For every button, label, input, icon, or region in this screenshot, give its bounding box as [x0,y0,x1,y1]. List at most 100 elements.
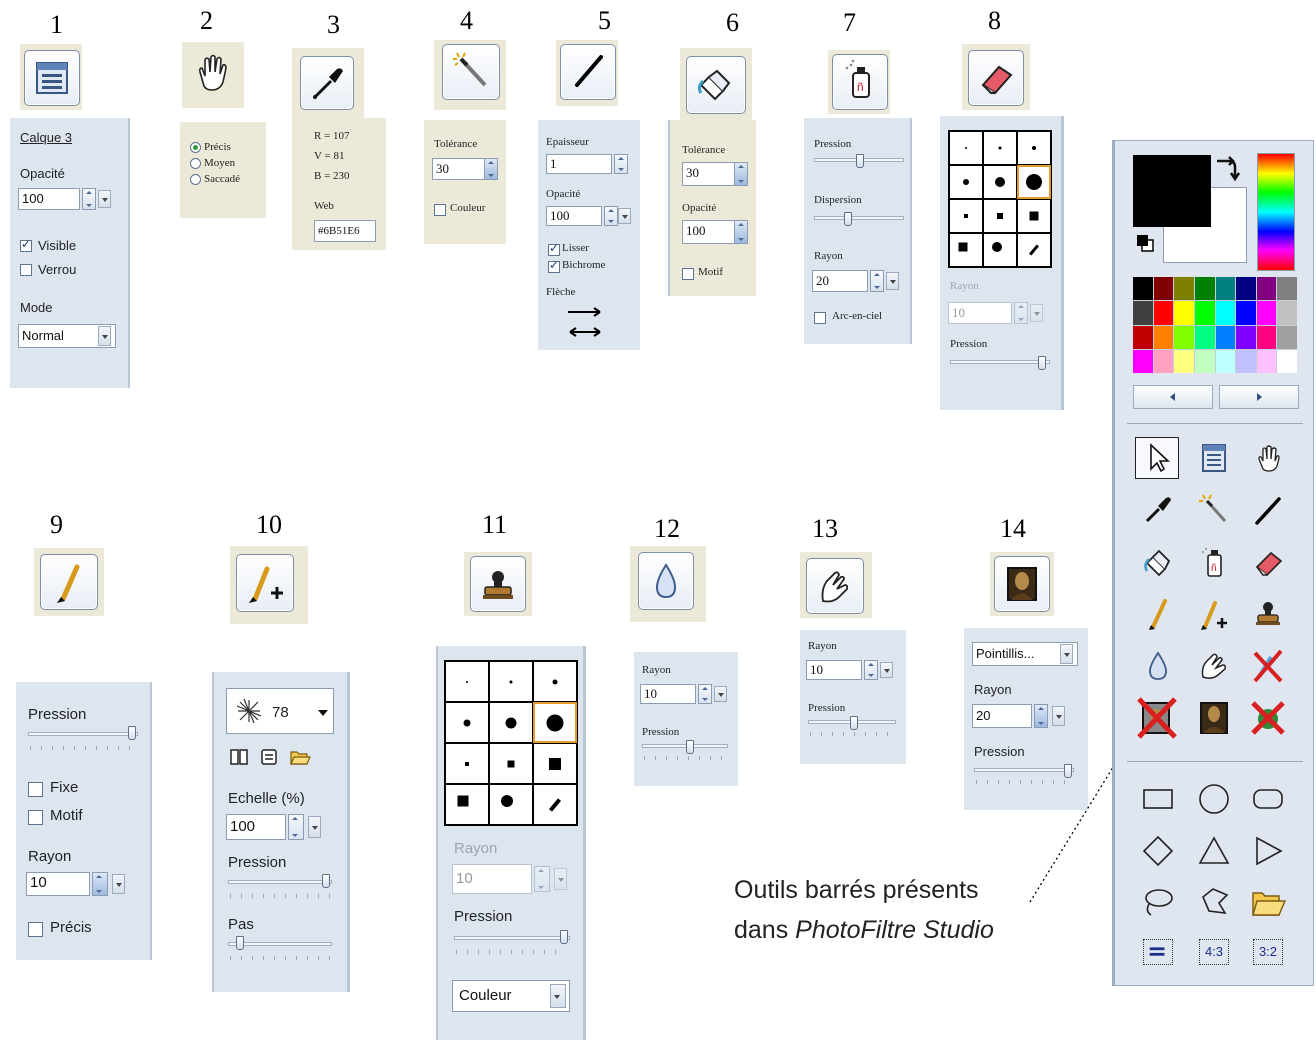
tolerance-input-6[interactable]: 30 [682,162,736,186]
palette-swatch[interactable] [1236,277,1256,301]
scale-spinner[interactable] [288,814,304,840]
medium-radio[interactable] [190,158,201,169]
brush-tip[interactable] [983,131,1017,165]
tolerance-spinner-6[interactable] [734,162,748,186]
ellipse-icon[interactable] [1195,779,1233,817]
thickness-spinner[interactable] [614,154,628,174]
right-triangle-icon[interactable] [1249,831,1287,869]
open-file-icon[interactable] [1249,883,1287,921]
clone-brush-grid[interactable] [444,660,578,826]
pressure-thumb-9[interactable] [128,726,136,740]
radius-spinner-11[interactable] [534,866,550,892]
custom-round-brush[interactable] [489,784,533,825]
palette-swatch[interactable] [1133,349,1153,373]
brush-tip[interactable] [1017,131,1051,165]
radius-spinner-9[interactable] [92,872,108,896]
radius-spinner-13[interactable] [864,660,878,680]
layer-manager-icon[interactable] [1195,439,1233,477]
eraser-tool-icon[interactable] [1249,543,1287,581]
palette-swatch[interactable] [1153,325,1174,349]
palette-swatch[interactable] [1174,301,1194,325]
palette-next-button[interactable] [1219,385,1299,409]
palette-swatch[interactable] [1174,325,1194,349]
advanced-brush-button[interactable] [236,554,294,612]
brush-button[interactable] [40,554,98,610]
brush-library-icon[interactable] [228,746,250,768]
blur-tool-icon[interactable] [1139,647,1177,685]
tolerance-spinner[interactable] [484,158,498,180]
radius-dropdown-arrow-12[interactable] [714,686,727,702]
radius-input-7[interactable]: 20 [812,270,868,292]
palette-swatch[interactable] [1236,301,1256,325]
palette-swatch[interactable] [1174,349,1194,373]
line-button[interactable] [560,44,616,100]
custom-slash-brush[interactable] [1017,233,1051,267]
palette-swatch[interactable] [1277,301,1297,325]
brush-tip[interactable] [445,661,489,702]
palette-swatch[interactable] [1215,349,1236,373]
palette-swatch[interactable] [1256,349,1277,373]
smudge-tool-icon[interactable] [1195,647,1233,685]
brush-tip-selected[interactable] [1017,165,1051,199]
brush-tip[interactable] [445,743,489,784]
paint-bucket-tool-icon[interactable] [1139,543,1177,581]
clone-stamp-tool-icon[interactable] [1249,595,1287,633]
brush-tip[interactable] [949,165,983,199]
palette-swatch[interactable] [1277,277,1297,301]
palette-swatch[interactable] [1133,301,1153,325]
brush-tip[interactable] [489,661,533,702]
palette-swatch[interactable] [1277,349,1297,373]
line-tool-icon[interactable] [1249,491,1287,529]
radius-dropdown-arrow-7[interactable] [886,272,899,290]
radius-dropdown-arrow-11[interactable] [554,868,567,890]
smudge-button[interactable] [806,558,864,614]
palette-swatch[interactable] [1256,325,1277,349]
hue-spectrum-bar[interactable] [1257,153,1295,271]
radius-dropdown-arrow-9[interactable] [112,874,125,894]
palette-swatch[interactable] [1194,325,1215,349]
brush-tool-icon[interactable] [1139,595,1177,633]
palette-swatch[interactable] [1236,325,1256,349]
rounded-rectangle-icon[interactable] [1249,779,1287,817]
chevron-down-icon[interactable] [318,708,328,718]
crossed-tool-3[interactable] [1249,699,1287,737]
dispersion-slider[interactable] [814,216,904,220]
opacity-dropdown-arrow[interactable] [98,190,111,208]
mode-dropdown-arrow[interactable] [98,326,111,346]
eraser-brush-grid[interactable] [948,130,1052,268]
palette-swatch[interactable] [1256,277,1277,301]
fixed-checkbox[interactable] [28,782,43,797]
brush-tip[interactable] [1017,199,1051,233]
palette-prev-button[interactable] [1133,385,1213,409]
palette-swatch[interactable] [1133,277,1153,301]
swap-colors-icon[interactable] [1211,155,1241,185]
layer-name-link[interactable]: Calque 3 [20,130,72,145]
precise-checkbox[interactable] [28,922,43,937]
lock-checkbox[interactable] [20,264,32,276]
palette-swatch[interactable] [1153,277,1174,301]
opacity-spinner-5[interactable] [604,206,618,226]
pressure-slider-12[interactable] [642,744,728,748]
opacity-spinner[interactable] [82,188,96,210]
pressure-thumb-10[interactable] [322,874,330,888]
arrow-style-icons[interactable] [566,302,606,342]
palette-swatch[interactable] [1174,277,1194,301]
pressure-thumb-12[interactable] [686,740,694,754]
palette-swatch[interactable] [1277,325,1297,349]
custom-round-brush[interactable] [983,233,1017,267]
radius-input-12[interactable]: 10 [640,684,696,704]
brush-tip[interactable] [533,661,577,702]
opacity-spinner-6[interactable] [734,220,748,244]
tolerance-input[interactable]: 30 [432,158,488,180]
color-checkbox[interactable] [434,204,446,216]
pressure-thumb-13[interactable] [850,716,858,730]
web-color-input[interactable]: #6B51E6 [314,220,376,242]
ratio-3-2-button[interactable]: 3:2 [1253,939,1283,965]
radius-dropdown-arrow-8[interactable] [1030,304,1043,322]
triangle-icon[interactable] [1195,831,1233,869]
smooth-checkbox[interactable] [548,241,560,256]
scale-dropdown-arrow[interactable] [308,816,321,838]
eyedropper-button[interactable] [300,56,354,110]
palette-swatch[interactable] [1215,301,1236,325]
diamond-icon[interactable] [1139,831,1177,869]
